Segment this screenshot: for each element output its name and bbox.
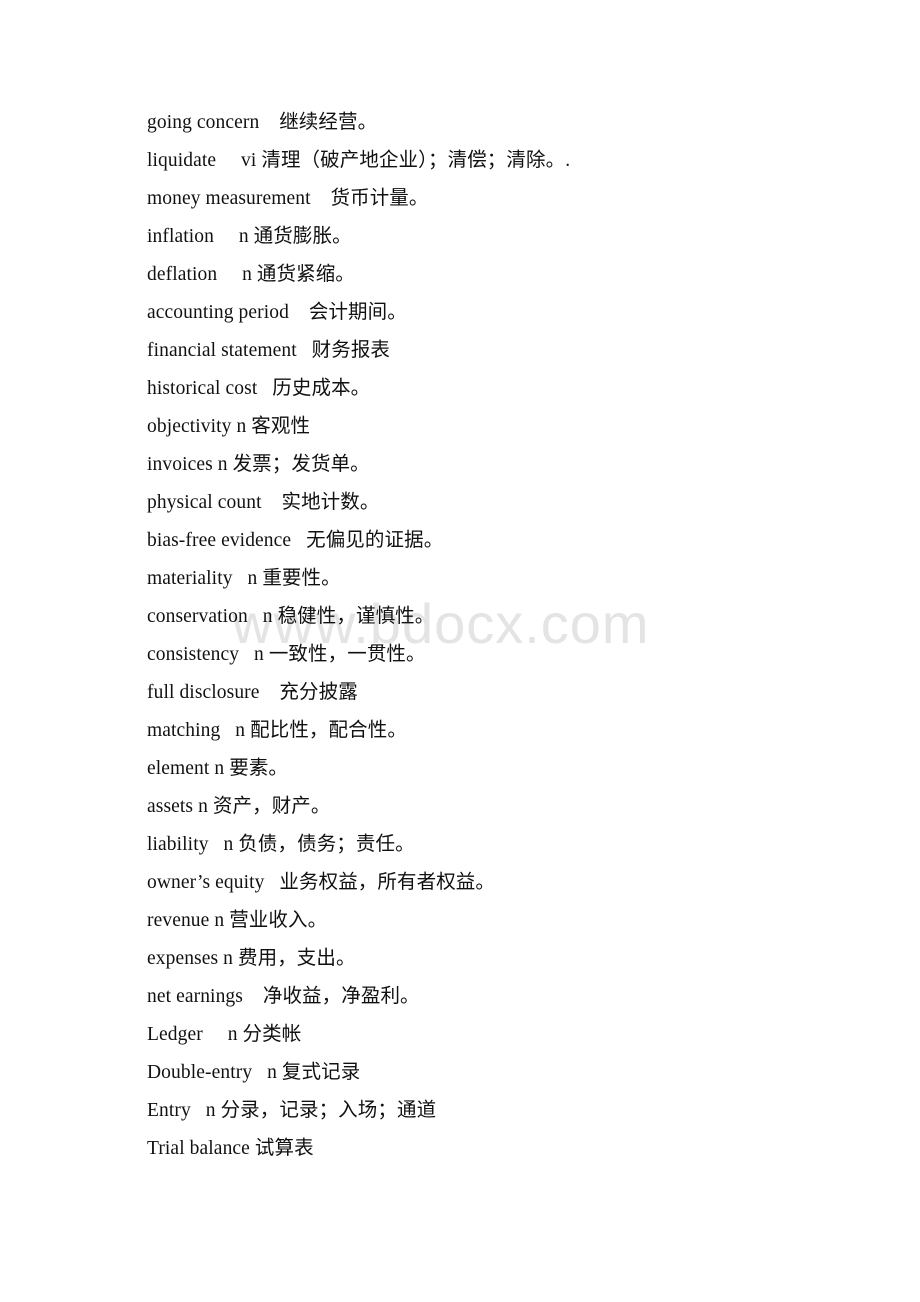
- glossary-entry: accounting period 会计期间。: [147, 302, 407, 323]
- glossary-entry: Double-entry n 复式记录: [147, 1062, 361, 1083]
- glossary-entry: Trial balance 试算表: [147, 1138, 314, 1159]
- glossary-entry: Entry n 分录，记录；入场；通道: [147, 1100, 437, 1121]
- glossary-list: going concern 继续经营。 liquidate vi 清理（破产地企…: [147, 104, 880, 1168]
- glossary-entry: deflation n 通货紧缩。: [147, 264, 355, 285]
- glossary-entry: objectivity n 客观性: [147, 416, 311, 437]
- glossary-entry: element n 要素。: [147, 758, 289, 779]
- glossary-entry: consistency n 一致性，一贯性。: [147, 644, 426, 665]
- glossary-entry: inflation n 通货膨胀。: [147, 226, 352, 247]
- glossary-entry: matching n 配比性，配合性。: [147, 720, 407, 741]
- glossary-entry: historical cost 历史成本。: [147, 378, 371, 399]
- glossary-entry: physical count 实地计数。: [147, 492, 380, 513]
- glossary-entry: going concern 继续经营。: [147, 112, 378, 133]
- glossary-entry: full disclosure 充分披露: [147, 682, 358, 703]
- glossary-entry: money measurement 货币计量。: [147, 188, 429, 209]
- glossary-entry: invoices n 发票；发货单。: [147, 454, 370, 475]
- glossary-entry: materiality n 重要性。: [147, 568, 341, 589]
- glossary-entry: expenses n 费用，支出。: [147, 948, 356, 969]
- glossary-entry: revenue n 营业收入。: [147, 910, 328, 931]
- glossary-entry: owner’s equity 业务权益，所有者权益。: [147, 872, 496, 893]
- glossary-entry: bias-free evidence 无偏见的证据。: [147, 530, 444, 551]
- glossary-entry: conservation n 稳健性，谨慎性。: [147, 606, 435, 627]
- glossary-entry: Ledger n 分类帐: [147, 1024, 302, 1045]
- document-page: www.bdocx.com going concern 继续经营。 liquid…: [0, 0, 920, 1302]
- glossary-entry: assets n 资产，财产。: [147, 796, 331, 817]
- glossary-entry: liquidate vi 清理（破产地企业）；清偿；清除。.: [147, 150, 571, 171]
- glossary-entry: financial statement 财务报表: [147, 340, 391, 361]
- glossary-entry: net earnings 净收益，净盈利。: [147, 986, 420, 1007]
- glossary-entry: liability n 负债，债务；责任。: [147, 834, 415, 855]
